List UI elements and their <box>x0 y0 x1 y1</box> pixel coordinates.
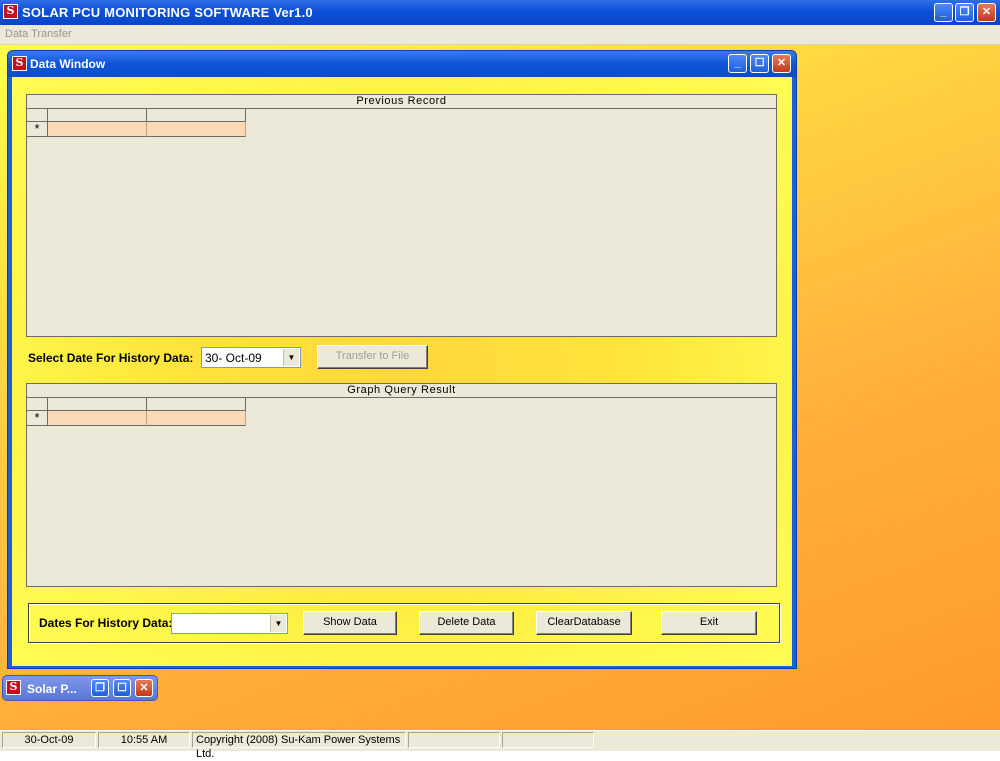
data-window-title: Data Window <box>30 57 106 71</box>
close-window-button[interactable]: ✕ <box>772 54 791 73</box>
graph-query-caption: Graph Query Result <box>27 384 776 398</box>
grid-column-header[interactable] <box>48 398 147 411</box>
grid-column-header[interactable] <box>48 109 147 122</box>
status-panel <box>408 732 500 748</box>
grid-cell[interactable] <box>147 411 246 426</box>
app-logo-icon: S <box>3 4 18 19</box>
close-icon: ✕ <box>981 6 992 18</box>
maximize-window-button[interactable]: ☐ <box>113 679 131 697</box>
chevron-down-icon[interactable]: ▼ <box>283 349 299 366</box>
previous-record-grid[interactable]: Previous Record * <box>26 94 777 337</box>
restore-app-button[interactable]: ❐ <box>955 3 974 22</box>
maximize-window-button[interactable]: ☐ <box>750 54 769 73</box>
delete-data-button[interactable]: Delete Data <box>419 611 514 635</box>
history-date-value: 30- Oct-09 <box>205 351 262 365</box>
minimized-window-title: Solar P... <box>27 682 77 696</box>
show-data-button[interactable]: Show Data <box>303 611 397 635</box>
graph-query-grid[interactable]: Graph Query Result * <box>26 383 777 587</box>
maximize-icon: ☐ <box>754 57 765 69</box>
previous-record-caption: Previous Record <box>27 95 776 109</box>
restore-icon: ❐ <box>959 6 970 18</box>
exit-button[interactable]: Exit <box>661 611 757 635</box>
restore-icon: ❐ <box>95 682 105 694</box>
minimized-window[interactable]: S Solar P... ❐ ☐ ✕ <box>2 675 158 701</box>
grid-cell[interactable] <box>48 122 147 137</box>
restore-window-button[interactable]: ❐ <box>91 679 109 697</box>
status-date: 30-Oct-09 <box>2 732 96 748</box>
data-window-titlebar[interactable]: S Data Window _ ☐ ✕ <box>8 51 796 77</box>
history-controls-frame: Dates For History Data: ▼ Show Data Dele… <box>28 603 780 643</box>
menu-bar: Data Transfer <box>0 25 1000 45</box>
close-icon: ✕ <box>776 57 787 69</box>
close-window-button[interactable]: ✕ <box>135 679 153 697</box>
window-logo-icon: S <box>12 56 27 71</box>
data-window: S Data Window _ ☐ ✕ Previous Record * Se… <box>7 50 797 669</box>
dates-history-dropdown[interactable]: ▼ <box>171 613 288 634</box>
chevron-down-icon[interactable]: ▼ <box>270 615 286 632</box>
grid-cell[interactable] <box>147 122 246 137</box>
grid-cell[interactable] <box>48 411 147 426</box>
status-bar: 30-Oct-09 10:55 AM Copyright (2008) Su-K… <box>0 730 1000 760</box>
status-panel <box>502 732 594 748</box>
clear-database-button[interactable]: ClearDatabase <box>536 611 632 635</box>
minimize-icon: _ <box>940 6 947 18</box>
transfer-to-file-button[interactable]: Transfer to File <box>317 345 428 369</box>
menu-data-transfer[interactable]: Data Transfer <box>5 28 72 40</box>
data-window-client: Previous Record * Select Date For Histor… <box>12 77 792 666</box>
new-row-indicator: * <box>27 411 48 426</box>
dates-history-label: Dates For History Data: <box>39 616 173 630</box>
status-time: 10:55 AM <box>98 732 190 748</box>
close-app-button[interactable]: ✕ <box>977 3 996 22</box>
maximize-icon: ☐ <box>117 682 127 694</box>
app-titlebar: S SOLAR PCU MONITORING SOFTWARE Ver1.0 _… <box>0 0 1000 25</box>
select-date-label: Select Date For History Data: <box>28 351 194 365</box>
history-date-picker[interactable]: 30- Oct-09 ▼ <box>201 347 301 368</box>
minimize-window-button[interactable]: _ <box>728 54 747 73</box>
grid-column-header[interactable] <box>147 398 246 411</box>
window-logo-icon: S <box>6 680 21 695</box>
status-copyright: Copyright (2008) Su-Kam Power Systems Lt… <box>192 732 406 760</box>
minimize-icon: _ <box>734 57 741 69</box>
close-icon: ✕ <box>139 682 149 694</box>
minimize-app-button[interactable]: _ <box>934 3 953 22</box>
grid-column-header[interactable] <box>147 109 246 122</box>
new-row-indicator: * <box>27 122 48 137</box>
app-title: SOLAR PCU MONITORING SOFTWARE Ver1.0 <box>22 5 313 20</box>
